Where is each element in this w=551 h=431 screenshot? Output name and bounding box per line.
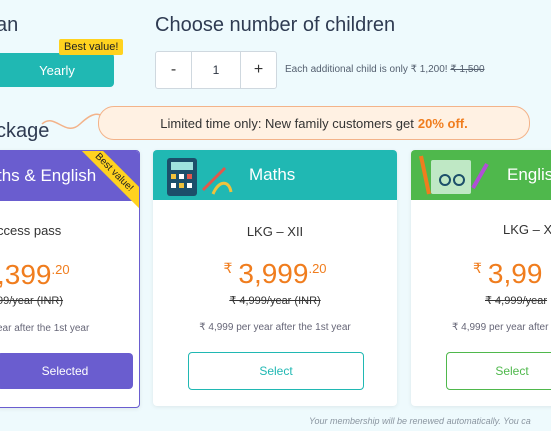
card-old-price: ₹ 4,999/year (INR)	[229, 295, 321, 307]
best-value-ribbon: Best value!	[69, 151, 139, 221]
package-card-maths[interactable]: Maths LKG – XII ₹3,999.20 ₹ 4,999/year (…	[153, 150, 397, 406]
price-decimal: .20	[308, 261, 327, 276]
yearly-plan-button[interactable]: Yearly	[0, 53, 114, 87]
decrement-button[interactable]: -	[156, 52, 191, 88]
ribbon-label: Best value!	[76, 151, 139, 210]
additional-child-note: Each additional child is only ₹ 1,200! ₹…	[285, 64, 485, 75]
card-renew-note: ear after the 1st year	[0, 323, 90, 334]
limited-offer-banner: Limited time only: New family customers …	[98, 106, 530, 140]
renewal-note: Your membership will be renewed automati…	[309, 416, 531, 426]
price-decimal: .20	[51, 262, 70, 277]
card-old-price: ₹ 4,999/year	[485, 295, 548, 307]
card-header: Maths	[153, 150, 397, 200]
card-grade: ccess pass	[0, 223, 62, 238]
increment-button[interactable]: +	[241, 52, 276, 88]
package-card-maths-english[interactable]: ths & English Best value! ccess pass ,39…	[0, 150, 140, 408]
card-price: ₹3,99	[473, 258, 542, 290]
card-renew-note: ₹ 4,999 per year after the 1st	[452, 322, 551, 333]
rupee-symbol: ₹	[473, 260, 482, 276]
additional-child-old-price: ₹ 1,500	[450, 64, 485, 75]
price-integer: 3,999	[238, 258, 309, 289]
select-button[interactable]: Select	[446, 352, 551, 390]
card-title: Maths	[249, 165, 296, 184]
selected-button[interactable]: Selected	[0, 353, 133, 389]
card-price: ₹3,999.20	[153, 258, 397, 290]
package-card-english[interactable]: Englis LKG – X ₹3,99 ₹ 4,999/year ₹ 4,99…	[411, 150, 551, 406]
offer-text: Limited time only: New family customers …	[160, 115, 414, 131]
card-old-price: 99/year (INR)	[0, 295, 64, 307]
book-illustration-icon	[419, 155, 489, 195]
rupee-symbol: ₹	[223, 260, 233, 276]
calculator-illustration-icon	[167, 158, 233, 196]
yearly-label: Yearly	[39, 62, 75, 78]
best-value-badge: Best value!	[59, 39, 124, 55]
price-integer: 3,99	[487, 258, 543, 289]
card-grade: LKG – XII	[246, 224, 304, 239]
card-price: ,399.20	[0, 259, 70, 291]
card-renew-note: ₹ 4,999 per year after the 1st year	[199, 322, 351, 333]
offer-percent: 20% off.	[417, 115, 468, 131]
plan-heading: an	[0, 14, 19, 36]
price-integer: ,399	[0, 259, 52, 290]
additional-child-text: Each additional child is only ₹ 1,200!	[285, 64, 448, 75]
card-title: Englis	[507, 165, 551, 184]
children-heading: Choose number of children	[155, 14, 396, 36]
card-grade: LKG – X	[503, 222, 551, 237]
card-header: Englis	[411, 150, 551, 200]
children-count-input[interactable]: 1	[191, 52, 241, 88]
children-stepper: - 1 +	[155, 51, 277, 89]
select-button[interactable]: Select	[188, 352, 364, 390]
